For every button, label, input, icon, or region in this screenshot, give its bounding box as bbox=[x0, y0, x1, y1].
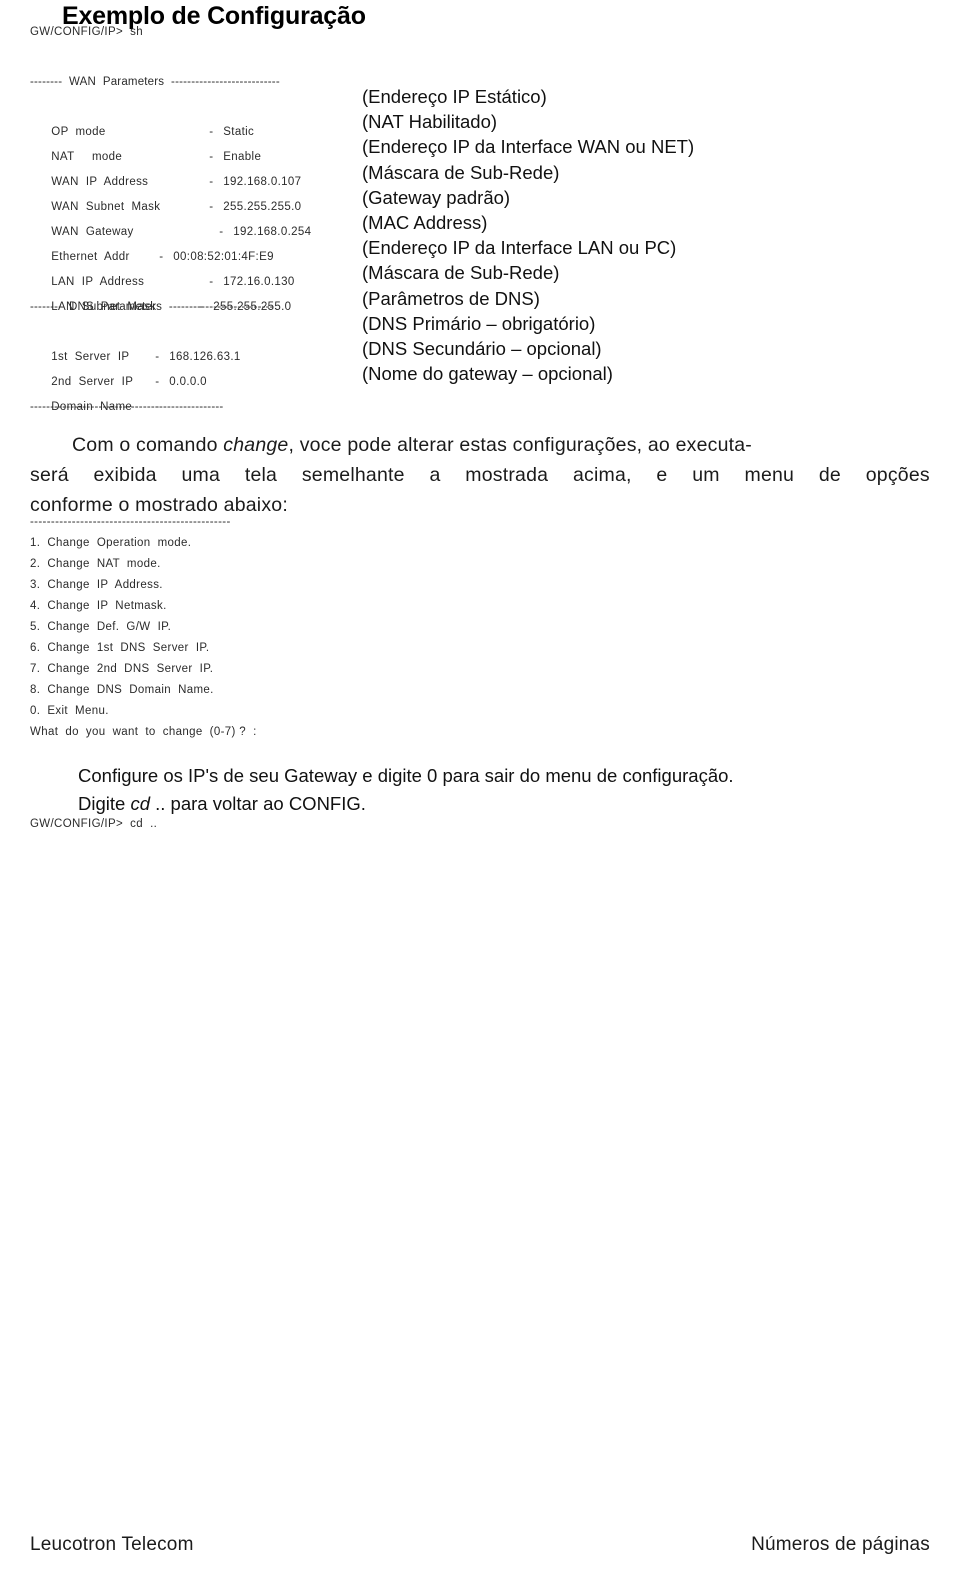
paragraph-word: de bbox=[818, 464, 841, 486]
menu-item: 5. Change Def. G/W IP. bbox=[30, 621, 172, 633]
param-key: LAN IP Address bbox=[51, 276, 145, 288]
param-value: 0.0.0.0 bbox=[169, 376, 207, 388]
param-value: 168.126.63.1 bbox=[169, 351, 241, 363]
menu-item: 3. Change IP Address. bbox=[30, 579, 163, 591]
param-key: 2nd Server IP bbox=[51, 376, 134, 388]
paragraph-text-a: Com o comando bbox=[72, 434, 224, 456]
menu-top-rule: ----------------------------------------… bbox=[30, 516, 231, 528]
paragraph-word: exibida bbox=[93, 464, 157, 486]
annotation-item: (Endereço IP Estático) bbox=[362, 86, 547, 107]
annotation-item: (Máscara de Sub-Rede) bbox=[362, 262, 560, 284]
param-row: OP mode - Static bbox=[30, 95, 370, 138]
terminal-bottom-rule: ----------------------------------------… bbox=[30, 401, 224, 413]
paragraph-word: a bbox=[429, 464, 441, 486]
closing-text-a: Digite bbox=[78, 793, 131, 814]
param-dash: - bbox=[155, 351, 160, 363]
annotation-item: (DNS Primário – obrigatório) bbox=[362, 312, 596, 334]
annotation-item: (Endereço IP da Interface WAN ou NET) bbox=[362, 136, 695, 158]
param-key: WAN Gateway bbox=[51, 226, 134, 238]
annotation-item: (Máscara de Sub-Rede) bbox=[362, 161, 560, 183]
paragraph-word: mostrada bbox=[465, 464, 549, 486]
inline-command-cd: cd bbox=[130, 793, 150, 814]
param-row: 1st Server IP -168.126.63.1 bbox=[30, 320, 370, 363]
param-dash: - bbox=[209, 176, 214, 188]
wan-parameters-header: -------- WAN Parameters ----------------… bbox=[30, 76, 280, 88]
paragraph-word: opções bbox=[865, 464, 930, 486]
param-key: WAN Subnet Mask bbox=[51, 201, 161, 213]
param-value: Enable bbox=[223, 151, 262, 163]
terminal-output-block: -------- WAN Parameters ----------------… bbox=[30, 28, 370, 420]
param-key: Ethernet Addr bbox=[51, 251, 130, 263]
param-value: 192.168.0.107 bbox=[223, 176, 302, 188]
closing-paragraph: Configure os IP's de seu Gateway e digit… bbox=[78, 762, 938, 818]
footer-company-name: Leucotron Telecom bbox=[30, 1534, 194, 1555]
annotation-item: (Nome do gateway – opcional) bbox=[362, 363, 613, 385]
paragraph-text-b: , voce pode alterar estas configurações,… bbox=[288, 434, 752, 456]
menu-question-prompt: What do you want to change (0-7) ? : bbox=[30, 726, 257, 738]
annotation-item: (Parâmetros de DNS) bbox=[362, 287, 540, 309]
paragraph-word: menu bbox=[744, 464, 795, 486]
paragraph-word: tela bbox=[244, 464, 278, 486]
paragraph-word: uma bbox=[181, 464, 221, 486]
param-key: NAT mode bbox=[51, 151, 123, 163]
closing-text-b: .. para voltar ao CONFIG. bbox=[150, 793, 366, 814]
param-value: 255.255.255.0 bbox=[223, 201, 302, 213]
annotation-item: (MAC Address) bbox=[362, 212, 488, 234]
dns-parameters-header: -------- DNS Parameters ----------------… bbox=[30, 301, 274, 313]
param-key: WAN IP Address bbox=[51, 176, 149, 188]
menu-item-exit: 0. Exit Menu. bbox=[30, 705, 109, 717]
closing-line-2: Digite cd .. para voltar ao CONFIG. bbox=[78, 790, 938, 818]
closing-line-1: Configure os IP's de seu Gateway e digit… bbox=[78, 765, 734, 786]
param-value: 00:08:52:01:4F:E9 bbox=[173, 251, 274, 263]
param-dash: - bbox=[209, 126, 214, 138]
paragraph-word: semelhante bbox=[301, 464, 405, 486]
param-dash: - bbox=[219, 226, 224, 238]
param-dash: - bbox=[209, 151, 214, 163]
paragraph-justified-line: será exibida uma tela semelhante a mostr… bbox=[30, 460, 930, 490]
annotation-item: (Gateway padrão) bbox=[362, 186, 511, 208]
paragraph-word: acima, bbox=[572, 464, 632, 486]
paragraph-word: um bbox=[692, 464, 720, 486]
body-paragraph: Com o comando change, voce pode alterar … bbox=[30, 430, 930, 520]
inline-command-change: change bbox=[223, 434, 289, 456]
menu-item: 8. Change DNS Domain Name. bbox=[30, 684, 214, 696]
menu-item: 4. Change IP Netmask. bbox=[30, 600, 167, 612]
param-dash: - bbox=[159, 251, 164, 263]
param-value: 172.16.0.130 bbox=[223, 276, 295, 288]
menu-item: 1. Change Operation mode. bbox=[30, 537, 192, 549]
param-dash: - bbox=[209, 201, 214, 213]
param-dash: - bbox=[209, 276, 214, 288]
menu-item: 7. Change 2nd DNS Server IP. bbox=[30, 663, 214, 675]
param-key: 1st Server IP bbox=[51, 351, 130, 363]
document-page: Exemplo de Configuração GW/CONFIG/IP> sh… bbox=[0, 0, 960, 1574]
menu-item: 2. Change NAT mode. bbox=[30, 558, 161, 570]
annotation-column: (Endereço IP Estático) (NAT Habilitado) … bbox=[362, 84, 694, 386]
param-value: Static bbox=[223, 126, 255, 138]
param-value: 192.168.0.254 bbox=[233, 226, 312, 238]
footer-page-numbers: Números de páginas bbox=[751, 1534, 930, 1555]
annotation-item: (NAT Habilitado) bbox=[362, 111, 498, 133]
menu-output-block: ----------------------------------------… bbox=[30, 512, 257, 743]
param-key: OP mode bbox=[51, 126, 106, 138]
annotation-item: (Endereço IP da Interface LAN ou PC) bbox=[362, 237, 677, 259]
menu-item: 6. Change 1st DNS Server IP. bbox=[30, 642, 210, 654]
terminal-prompt-cd: GW/CONFIG/IP> cd .. bbox=[30, 818, 158, 830]
paragraph-word: e bbox=[656, 464, 668, 486]
page-footer: Leucotron Telecom Números de páginas bbox=[0, 1534, 960, 1568]
annotation-item: (DNS Secundário – opcional) bbox=[362, 338, 602, 360]
paragraph-word: será bbox=[30, 464, 69, 486]
param-dash: - bbox=[155, 376, 160, 388]
